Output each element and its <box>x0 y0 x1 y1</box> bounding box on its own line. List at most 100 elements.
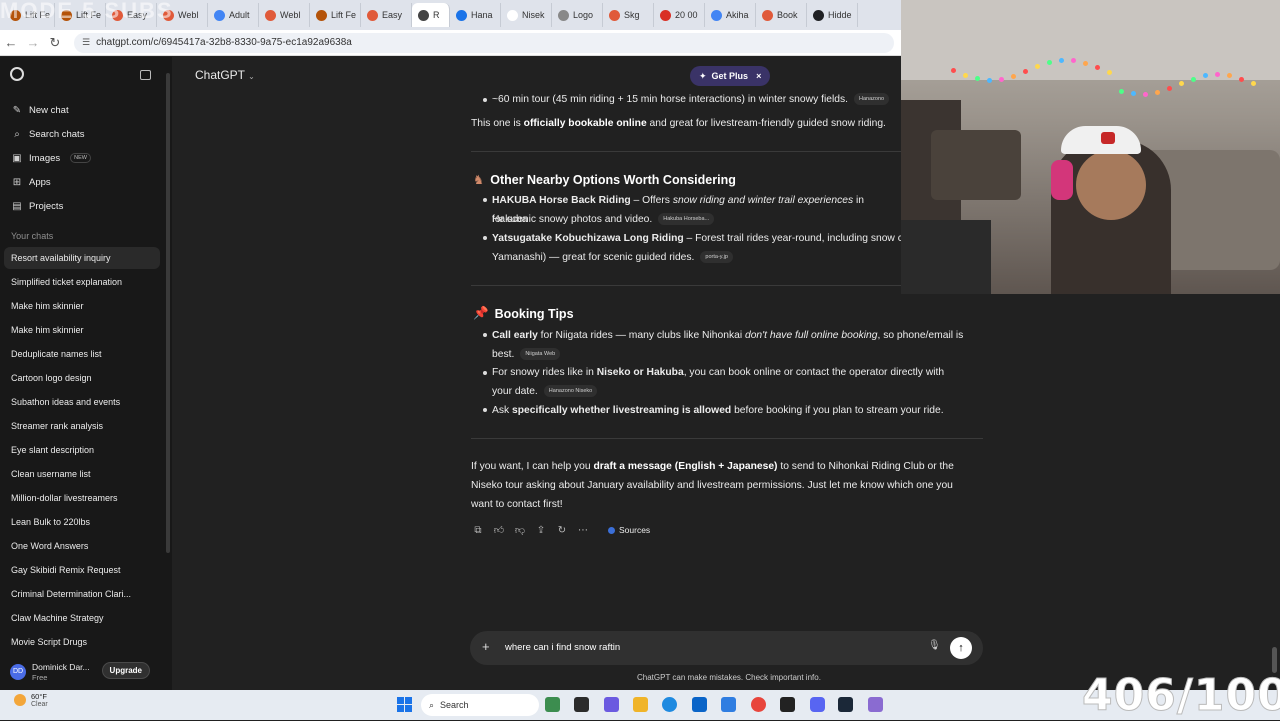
chat-history-item[interactable]: Gay Skibidi Remix Request <box>4 559 160 581</box>
site-settings-icon[interactable]: ☰ <box>82 37 90 48</box>
bold-text: draft a message (English + Japanese) <box>593 461 778 472</box>
chat-history-item[interactable]: Claw Machine Strategy <box>4 607 160 629</box>
text: – Forest trail rides year-round, includi… <box>683 233 902 244</box>
chat-history-item[interactable]: Million-dollar livestreamers <box>4 487 160 509</box>
chat-history-item[interactable]: Make him skinnier <box>4 319 160 341</box>
regenerate-icon[interactable]: ↻ <box>556 525 568 536</box>
chat-history-item[interactable]: Deduplicate names list <box>4 343 160 365</box>
app-icon[interactable] <box>604 697 619 712</box>
app-icon[interactable] <box>545 697 560 712</box>
store-icon[interactable] <box>692 697 707 712</box>
folder-icon[interactable] <box>633 697 648 712</box>
browser-tab[interactable]: Easy <box>361 3 412 27</box>
copy-icon[interactable]: ⧉ <box>472 525 484 536</box>
tab-label: Easy <box>382 10 403 20</box>
source-chip[interactable]: porta-y.jp <box>700 251 733 264</box>
windows-start-icon[interactable] <box>397 697 412 712</box>
browser-tab[interactable]: R <box>412 3 450 27</box>
text: for Niigata rides — many clubs like Niho… <box>537 330 745 341</box>
source-chip[interactable]: Niigata Web <box>520 348 561 361</box>
tab-favicon-icon <box>265 9 276 21</box>
reload-icon[interactable]: ↻ <box>44 35 66 51</box>
microphone-icon[interactable]: 🎙︎ <box>928 640 941 651</box>
prompt-input[interactable]: where can i find snow raftin <box>505 642 620 653</box>
chat-history-item[interactable]: Make him skinnier <box>4 295 160 317</box>
back-icon[interactable]: ← <box>0 35 22 50</box>
openai-logo-icon[interactable] <box>10 67 24 81</box>
sidebar-item-search-chats[interactable]: ⌕ Search chats <box>0 123 166 145</box>
get-plus-button[interactable]: ✦ Get Plus × <box>690 66 771 86</box>
user-name: Dominick Dar... <box>32 661 90 672</box>
chat-history-item[interactable]: Eye slant description <box>4 439 160 461</box>
weather-widget[interactable]: 60°F Clear <box>14 692 48 708</box>
chat-history-item[interactable]: Criminal Determination Clari... <box>4 583 160 605</box>
dismiss-icon[interactable]: × <box>756 71 761 81</box>
user-menu[interactable]: DD Dominick Dar... Free Upgrade <box>0 653 172 690</box>
chat-history-item[interactable]: Lean Bulk to 220lbs <box>4 511 160 533</box>
forward-icon[interactable]: → <box>22 35 44 50</box>
browser-tab[interactable]: Hana <box>450 3 501 27</box>
edge-icon[interactable] <box>662 697 677 712</box>
face <box>1076 150 1146 220</box>
tab-favicon-icon <box>418 9 429 21</box>
tab-label: Hidde <box>828 10 852 20</box>
text: – Offers <box>630 195 673 206</box>
list-item: For snowy rides like in Niseko or Hakuba… <box>492 363 1012 382</box>
browser-tab[interactable]: Hidde <box>807 3 858 27</box>
steam-icon[interactable] <box>838 697 853 712</box>
sources-button[interactable]: Sources <box>608 525 650 535</box>
list-item-text: ~60 min tour (45 min riding + 15 min hor… <box>492 94 848 105</box>
url-field[interactable]: ☰ chatgpt.com/c/6945417a-32b8-8330-9a75-… <box>74 32 894 53</box>
sub-goal-counter: 406/1000 <box>1081 670 1280 721</box>
more-icon[interactable]: ⋯ <box>577 525 589 536</box>
browser-tab[interactable]: Webl <box>259 3 310 27</box>
model-selector[interactable]: ChatGPT ⌄ <box>195 68 255 82</box>
your-chats-label: Your chats <box>11 231 54 241</box>
chat-history-item[interactable]: Simplified ticket explanation <box>4 271 160 293</box>
browser-tab[interactable]: Adult <box>208 3 259 27</box>
sidebar-item-apps[interactable]: ⊞ Apps <box>0 171 166 193</box>
divider <box>471 438 983 439</box>
user-plan: Free <box>32 672 48 682</box>
chat-history-item[interactable]: Subathon ideas and events <box>4 391 160 413</box>
chrome-icon[interactable] <box>751 697 766 712</box>
sidebar-item-images[interactable]: ▣ Images NEW <box>0 147 166 169</box>
chat-history-item[interactable]: Cartoon logo design <box>4 367 160 389</box>
app-icon[interactable] <box>721 697 736 712</box>
chat-history-item[interactable]: One Word Answers <box>4 535 160 557</box>
chat-history-item[interactable]: Streamer rank analysis <box>4 415 160 437</box>
upgrade-button[interactable]: Upgrade <box>101 662 150 679</box>
browser-tab[interactable]: Logo <box>552 3 603 27</box>
sidebar-item-projects[interactable]: ▤ Projects <box>0 195 166 217</box>
tab-label: R <box>433 10 440 20</box>
weather-condition: Clear <box>31 701 48 708</box>
browser-tab[interactable]: Nisek <box>501 3 552 27</box>
source-chip[interactable]: Hanazono Niseko <box>543 385 598 398</box>
taskbar-search[interactable]: ⌕ Search <box>421 694 539 716</box>
discord-icon[interactable] <box>810 697 825 712</box>
sidebar-scrollbar[interactable] <box>166 73 170 553</box>
browser-tab[interactable]: Book <box>756 3 807 27</box>
send-button[interactable]: ↑ <box>950 637 972 659</box>
string-light <box>1227 73 1232 78</box>
chat-history-item[interactable]: Resort availability inquiry <box>4 247 160 269</box>
app-icon[interactable] <box>574 697 589 712</box>
source-chip[interactable]: Hakuba Horseba... <box>658 213 715 226</box>
close-sidebar-icon[interactable] <box>140 70 151 80</box>
browser-tab[interactable]: Skg <box>603 3 654 27</box>
chat-history-item[interactable]: Clean username list <box>4 463 160 485</box>
chat-history-item[interactable]: Movie Script Drugs <box>4 631 160 653</box>
thumbs-up-icon[interactable]: 👍︎ <box>493 524 505 536</box>
thumbs-down-icon[interactable]: 👎︎ <box>514 524 526 536</box>
plus-icon[interactable]: + <box>482 639 490 654</box>
source-chip[interactable]: Hanazono <box>853 93 890 106</box>
share-icon[interactable]: ⇪ <box>535 525 547 536</box>
string-light <box>951 68 956 73</box>
browser-tab[interactable]: 20 00 <box>654 3 705 27</box>
app-icon[interactable] <box>868 697 883 712</box>
browser-tab[interactable]: Lift Fe <box>310 3 361 27</box>
browser-tab[interactable]: Akiha <box>705 3 756 27</box>
app-icon[interactable] <box>780 697 795 712</box>
sidebar-item-new-chat[interactable]: ✎ New chat <box>0 99 166 121</box>
message-composer[interactable]: + where can i find snow raftin 🎙︎ ↑ <box>470 631 983 665</box>
